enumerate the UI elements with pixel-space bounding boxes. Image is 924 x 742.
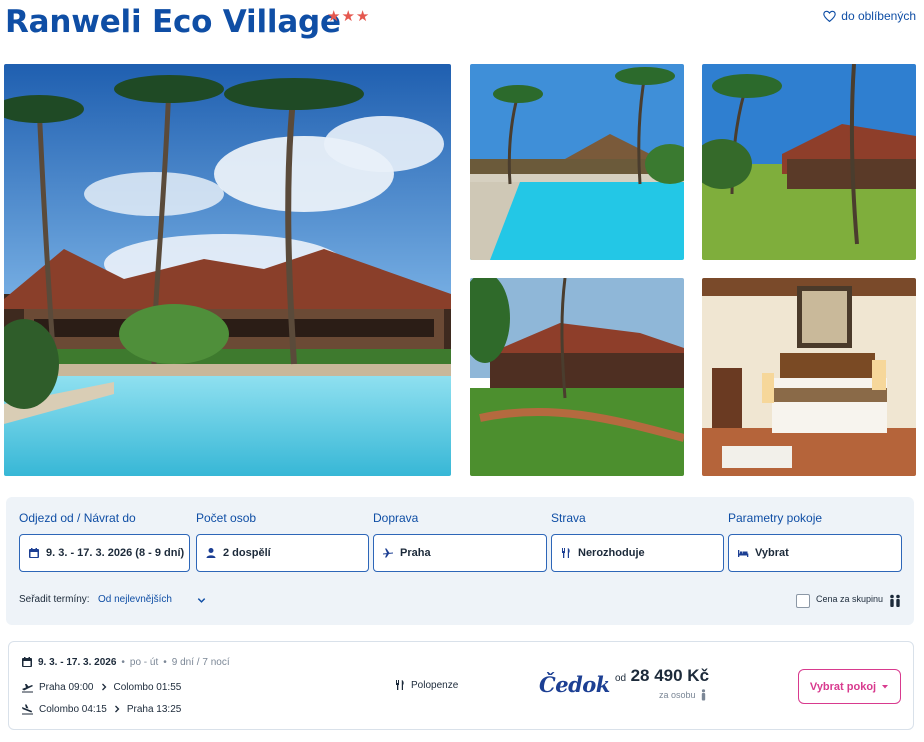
- group-people-icon: [890, 594, 900, 607]
- board-value: Nerozhoduje: [578, 547, 645, 559]
- group-price-label: Cena za skupinu: [816, 594, 884, 604]
- hotel-header: Ranweli Eco Village ★★★ do oblíbených: [0, 0, 924, 58]
- sort-label: Seřadit termíny:: [19, 594, 90, 605]
- offer-days: po - út: [129, 656, 159, 668]
- room-label: Parametry pokoje: [728, 511, 823, 525]
- gallery-photo-main[interactable]: [4, 64, 451, 476]
- gallery-photo-gardens[interactable]: [702, 64, 916, 260]
- outbound-to: Colombo 01:55: [113, 681, 182, 693]
- dates-value: 9. 3. - 17. 3. 2026 (8 - 9 dní): [46, 547, 185, 559]
- price-block: od 28 490 Kč za osobu: [615, 666, 710, 701]
- person-icon: [701, 689, 705, 701]
- select-room-button[interactable]: Vybrat pokoj: [798, 669, 901, 704]
- takeoff-icon: [22, 684, 33, 693]
- person-icon: [206, 548, 216, 558]
- persons-value: 2 dospělí: [223, 547, 271, 559]
- operator-logo: Čedok: [539, 672, 610, 697]
- offer-card: 9. 3. - 17. 3. 2026 • po - út • 9 dní / …: [8, 641, 914, 730]
- dates-label: Odjezd od / Návrat do: [19, 511, 136, 525]
- persons-field[interactable]: 2 dospělí: [196, 534, 369, 572]
- price-note-label: za osobu: [659, 690, 696, 700]
- group-price-checkbox[interactable]: [796, 594, 810, 608]
- transport-value: Praha: [400, 547, 431, 559]
- board-label: Strava: [551, 511, 586, 525]
- offer-dates-row: 9. 3. - 17. 3. 2026 • po - út • 9 dní / …: [21, 656, 230, 668]
- calendar-icon: [29, 548, 39, 558]
- room-field[interactable]: Vybrat: [728, 534, 902, 572]
- offer-duration: 9 dní / 7 nocí: [171, 656, 230, 668]
- price-value: 28 490 Kč: [630, 666, 710, 685]
- calendar-icon: [22, 657, 32, 667]
- sort-select[interactable]: Od nejlevnějších: [98, 594, 172, 605]
- chevron-right-icon: [114, 705, 120, 713]
- offer-board-label: Polopenze: [411, 679, 459, 691]
- landing-icon: [22, 704, 33, 715]
- gallery-photo-lodges[interactable]: [470, 278, 684, 476]
- search-panel: Odjezd od / Návrat do 9. 3. - 17. 3. 202…: [6, 497, 914, 625]
- heart-icon: [823, 10, 837, 22]
- dates-field[interactable]: 9. 3. - 17. 3. 2026 (8 - 9 dní): [19, 534, 190, 572]
- return-from: Colombo 04:15: [39, 703, 107, 715]
- select-room-label: Vybrat pokoj: [809, 680, 877, 693]
- chevron-down-icon[interactable]: [196, 595, 207, 606]
- transport-label: Doprava: [373, 511, 419, 525]
- offer-board: Polopenze: [394, 679, 458, 691]
- chevron-right-icon: [101, 683, 106, 691]
- transport-field[interactable]: Praha: [373, 534, 547, 572]
- add-to-favorites-button[interactable]: do oblíbených: [823, 9, 916, 23]
- gallery-photo-pool[interactable]: [470, 64, 684, 260]
- star-rating: ★★★: [327, 8, 371, 25]
- return-flight-row: Colombo 04:15 Praha 13:25: [21, 703, 181, 715]
- favorite-label: do oblíbených: [841, 9, 916, 23]
- price-prefix: od: [615, 673, 627, 684]
- cutlery-icon: [396, 680, 404, 690]
- board-field[interactable]: Nerozhoduje: [551, 534, 724, 572]
- gallery-photo-bedroom[interactable]: [702, 278, 916, 476]
- price-note: za osobu: [659, 689, 707, 701]
- return-to: Praha 13:25: [126, 703, 182, 715]
- bed-icon: [738, 550, 749, 557]
- room-value: Vybrat: [755, 547, 789, 559]
- cutlery-icon: [562, 548, 570, 558]
- hotel-title: Ranweli Eco Village: [5, 4, 341, 40]
- persons-label: Počet osob: [196, 511, 257, 525]
- airplane-icon: [383, 548, 393, 558]
- outbound-from: Praha 09:00: [39, 681, 94, 693]
- outbound-flight-row: Praha 09:00 Colombo 01:55: [21, 681, 181, 693]
- caret-down-icon: [882, 684, 889, 688]
- offer-dates: 9. 3. - 17. 3. 2026: [38, 656, 117, 668]
